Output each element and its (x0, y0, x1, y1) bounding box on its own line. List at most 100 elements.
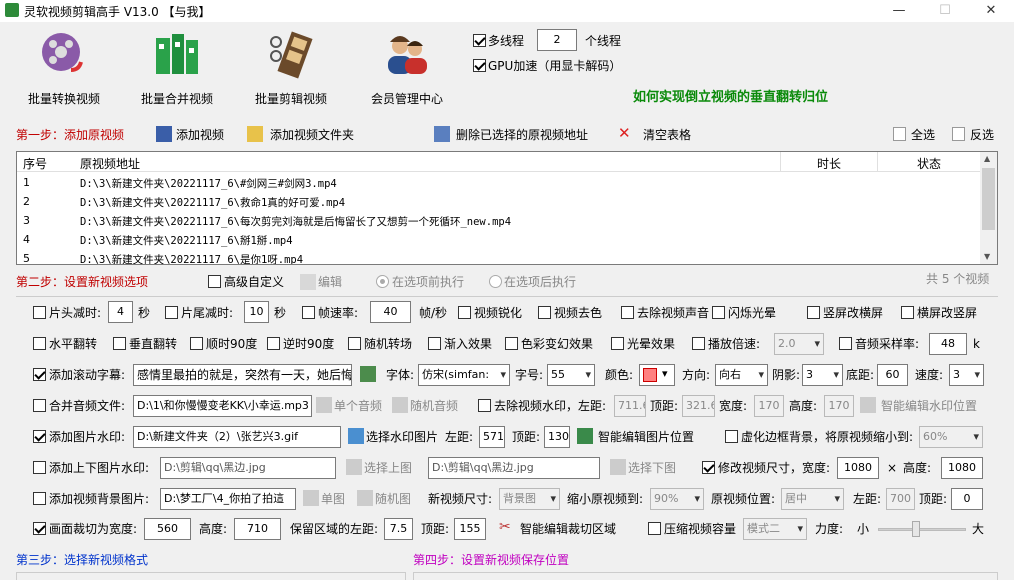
bottom-img-path[interactable]: D:\剪辑\qq\黑边.jpg (428, 457, 600, 479)
speed-select[interactable]: 2.0 (774, 333, 824, 355)
shadow-select[interactable]: 3 (802, 364, 843, 386)
dir-select[interactable]: 向右 (715, 364, 768, 386)
pos-select[interactable]: 居中 (781, 488, 844, 510)
single-audio-button[interactable]: 单个音频 (334, 399, 382, 413)
img-left-input[interactable]: 571 (479, 426, 505, 448)
random-img-button[interactable]: 随机图 (375, 492, 411, 506)
remove-audio-checkbox[interactable] (621, 306, 634, 319)
smart-wm-button[interactable]: 智能编辑水印位置 (881, 399, 977, 413)
sample-checkbox[interactable] (839, 337, 852, 350)
refresh-icon[interactable] (360, 366, 376, 382)
resize-width-input[interactable]: 1080 (837, 457, 879, 479)
crop-checkbox[interactable] (33, 522, 46, 535)
bottom-input[interactable]: 60 (877, 364, 908, 386)
col-index[interactable]: 序号 (23, 155, 47, 172)
cw90-checkbox[interactable] (190, 337, 203, 350)
compress-checkbox[interactable] (648, 522, 661, 535)
bg-img-path[interactable]: D:\梦工厂\4_你拍了拍這 (160, 488, 296, 510)
choose-wm-button[interactable]: 选择水印图片 (366, 430, 438, 444)
new-size-select[interactable]: 背景图 (499, 488, 560, 510)
wm-top-input[interactable]: 321.6 (682, 395, 715, 417)
resize-height-input[interactable]: 1080 (941, 457, 983, 479)
crop-width-input[interactable]: 560 (144, 518, 191, 540)
close-button[interactable]: ✕ (968, 0, 1014, 22)
mode-select[interactable]: 模式二 (743, 518, 807, 540)
head-cut-checkbox[interactable] (33, 306, 46, 319)
speed-checkbox[interactable] (692, 337, 705, 350)
single-img-button[interactable]: 单图 (321, 492, 345, 506)
table-scrollbar[interactable]: ▲ ▼ (980, 152, 997, 264)
clear-table-button[interactable]: 清空表格 (643, 128, 691, 142)
table-row[interactable]: 1 D:\3\新建文件夹\20221117_6\#剑网三#剑网3.mp4 (17, 174, 982, 193)
table-row[interactable]: 4 D:\3\新建文件夹\20221117_6\掰1掰.mp4 (17, 231, 982, 250)
invert-button[interactable]: 反选 (970, 128, 994, 142)
scroll-text-input[interactable]: 感情里最拍的就是，突然有一天，她后悔 (133, 364, 352, 386)
maximize-button[interactable]: ☐ (922, 0, 968, 22)
scroll-up-icon[interactable]: ▲ (984, 154, 990, 163)
video-table[interactable]: 序号 原视频地址 时长 状态 1 D:\3\新建文件夹\20221117_6\#剑… (16, 151, 998, 265)
ccw90-checkbox[interactable] (267, 337, 280, 350)
smart-img-button[interactable]: 智能编辑图片位置 (598, 430, 694, 444)
advanced-checkbox[interactable] (208, 275, 221, 288)
fade-in-checkbox[interactable] (428, 337, 441, 350)
fps-input[interactable]: 40 (370, 301, 411, 323)
multithread-checkbox[interactable] (473, 34, 486, 47)
tail-cut-input[interactable]: 10 (244, 301, 269, 323)
table-row[interactable]: 3 D:\3\新建文件夹\20221117_6\每次剪完刘海就是后悔留长了又想剪一… (17, 212, 982, 231)
crop-height-input[interactable]: 710 (234, 518, 281, 540)
wm-width-input[interactable]: 170 (754, 395, 784, 417)
add-video-button[interactable]: 添加视频 (176, 128, 224, 142)
scroll-thumb[interactable] (982, 168, 995, 230)
batch-edit-button[interactable]: 批量剪辑视频 (236, 28, 346, 112)
decolor-checkbox[interactable] (538, 306, 551, 319)
head-cut-input[interactable]: 4 (108, 301, 133, 323)
keep-left-input[interactable]: 7.5 (384, 518, 413, 540)
gpu-checkbox[interactable] (473, 59, 486, 72)
scroll-down-icon[interactable]: ▼ (984, 252, 990, 261)
shrink-select[interactable]: 90% (650, 488, 704, 510)
font-select[interactable]: 仿宋(simfan: (418, 364, 510, 386)
img-wm-path[interactable]: D:\新建文件夹（2）\张艺兴3.gif (133, 426, 341, 448)
select-all-button[interactable]: 全选 (911, 128, 935, 142)
add-folder-button[interactable]: 添加视频文件夹 (270, 128, 354, 142)
light-checkbox[interactable] (611, 337, 624, 350)
h2v-checkbox[interactable] (901, 306, 914, 319)
minimize-button[interactable]: — (876, 0, 922, 22)
smart-crop-button[interactable]: 智能编辑裁切区域 (520, 522, 616, 536)
tail-cut-checkbox[interactable] (165, 306, 178, 319)
wm-height-input[interactable]: 170 (824, 395, 854, 417)
scroll-sub-checkbox[interactable] (33, 368, 46, 381)
bg-top-input[interactable]: 0 (951, 488, 983, 510)
size-select[interactable]: 55 (547, 364, 595, 386)
img-top-input[interactable]: 130 (544, 426, 570, 448)
blur-bg-checkbox[interactable] (725, 430, 738, 443)
img-wm-checkbox[interactable] (33, 430, 46, 443)
flip-tip-link[interactable]: 如何实现倒立视频的垂直翻转归位 (633, 91, 828, 105)
batch-convert-button[interactable]: 批量转换视频 (9, 28, 119, 112)
merge-audio-path[interactable]: D:\1\和你慢慢变老KK\小幸运.mp3 (133, 395, 312, 417)
keep-top-input[interactable]: 155 (454, 518, 486, 540)
col-path[interactable]: 原视频地址 (80, 155, 140, 172)
col-status[interactable]: 状态 (917, 155, 941, 172)
top-img-path[interactable]: D:\剪辑\qq\黑边.jpg (160, 457, 336, 479)
wm-left-input[interactable]: 711.6 (614, 395, 646, 417)
strength-slider-thumb[interactable] (912, 521, 920, 537)
remove-wm-checkbox[interactable] (478, 399, 491, 412)
edit-button[interactable]: 编辑 (318, 275, 342, 289)
after-radio[interactable] (489, 275, 502, 288)
v2h-checkbox[interactable] (807, 306, 820, 319)
table-row[interactable]: 2 D:\3\新建文件夹\20221117_6\救命1真的好可爱.mp4 (17, 193, 982, 212)
bg-img-checkbox[interactable] (33, 492, 46, 505)
batch-merge-button[interactable]: 批量合并视频 (122, 28, 232, 112)
merge-audio-checkbox[interactable] (33, 399, 46, 412)
speed2-select[interactable]: 3 (949, 364, 984, 386)
flash-checkbox[interactable] (712, 306, 725, 319)
strength-slider[interactable] (878, 528, 966, 531)
random-trans-checkbox[interactable] (348, 337, 361, 350)
hflip-checkbox[interactable] (33, 337, 46, 350)
sharpen-checkbox[interactable] (458, 306, 471, 319)
thread-count-input[interactable]: 2 (537, 29, 577, 51)
fps-checkbox[interactable] (302, 306, 315, 319)
table-row[interactable]: 5 D:\3\新建文件夹\20221117_6\是你1呀.mp4 (17, 250, 982, 264)
col-duration[interactable]: 时长 (817, 155, 841, 172)
